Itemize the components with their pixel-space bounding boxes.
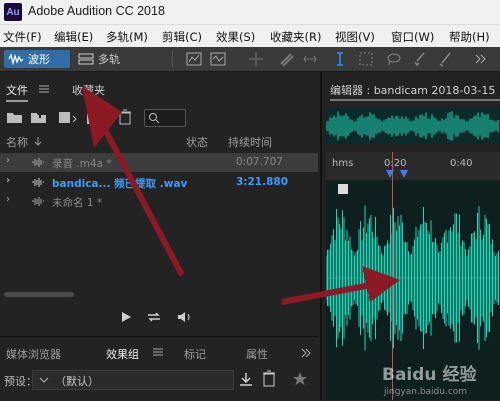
brush-tool-icon[interactable] [412, 51, 428, 67]
zoom-corner-icon[interactable] [338, 184, 348, 194]
watermark-text: Baidu 经验 [382, 364, 477, 385]
column-status[interactable]: 状态 [186, 134, 208, 150]
chevron-right-icon[interactable]: › [6, 194, 10, 205]
file-row[interactable]: › 录音 .m4a * 0:07.707 [0, 153, 318, 172]
active-tab-indicator [6, 100, 28, 102]
trash-icon[interactable] [118, 109, 132, 125]
multitrack-view-button[interactable]: 多轨 [74, 50, 132, 68]
tab-properties[interactable]: 属性 [246, 346, 268, 362]
panel-menu-icon[interactable] [152, 347, 164, 357]
menu-effects[interactable]: 效果(S) [216, 29, 255, 45]
insert-icon[interactable] [86, 109, 106, 125]
folder-open-icon[interactable] [6, 110, 24, 124]
tab-effects-rack[interactable]: 效果组 [106, 346, 139, 362]
preview-transport [0, 306, 318, 330]
preset-select[interactable]: （默认） [32, 370, 234, 390]
lasso-tool-icon[interactable] [386, 51, 402, 67]
menu-view[interactable]: 视图(V) [335, 29, 375, 45]
watermark-subtext: jingyan.baidu.com [383, 387, 467, 397]
chevron-right-icon[interactable]: › [6, 155, 10, 166]
timeline-ruler[interactable]: hms 0:20 0:40 [326, 152, 500, 180]
move-tool-icon[interactable] [248, 51, 264, 67]
app-title: Adobe Audition CC 2018 [28, 4, 165, 18]
app-logo-icon: Au [4, 3, 22, 21]
timeline-tick-label: 0:40 [450, 158, 473, 169]
file-list-header: 名称 状态 持续时间 [0, 134, 318, 150]
more-tabs-icon[interactable] [300, 347, 312, 359]
files-panel-tabs: 文件 收藏夹 [0, 80, 318, 102]
column-duration[interactable]: 持续时间 [228, 134, 272, 150]
chevron-down-icon [39, 377, 49, 383]
audio-file-icon [32, 178, 44, 187]
file-name: 录音 .m4a * [52, 158, 112, 170]
marquee-tool-icon[interactable] [358, 51, 374, 67]
sort-arrow-icon [34, 137, 42, 146]
tab-favorites[interactable]: 收藏夹 [72, 82, 105, 98]
tab-files[interactable]: 文件 [6, 82, 28, 98]
menu-help[interactable]: 帮助(H) [449, 29, 490, 45]
tab-markers[interactable]: 标记 [184, 346, 206, 362]
spectral-pitch-icon[interactable] [210, 51, 226, 67]
search-icon [149, 113, 160, 124]
file-name: 未命名 1 * [52, 197, 103, 209]
menu-clip[interactable]: 剪辑(C) [162, 29, 202, 45]
waveform-view-label: 波形 [28, 53, 50, 66]
import-icon[interactable] [30, 110, 48, 124]
file-name: bandica... 频已提取 .wav [52, 178, 188, 190]
slip-tool-icon[interactable] [302, 51, 318, 67]
file-row[interactable]: › 未命名 1 * [0, 192, 318, 211]
search-input[interactable] [144, 109, 186, 127]
audio-file-icon [32, 158, 44, 167]
horizontal-scrollbar[interactable] [4, 292, 74, 297]
preset-value: （默认） [55, 375, 99, 388]
menu-window[interactable]: 窗口(W) [391, 29, 434, 45]
panel-menu-icon[interactable] [38, 84, 50, 94]
chevron-right-icon[interactable]: › [6, 175, 10, 186]
menu-file[interactable]: 文件(F) [3, 29, 42, 45]
volume-icon[interactable] [176, 310, 194, 324]
play-icon[interactable] [120, 311, 132, 323]
star-icon[interactable] [292, 371, 308, 387]
spectral-frequency-icon[interactable] [186, 51, 202, 67]
waveform-icon [8, 53, 24, 65]
multitrack-view-label: 多轨 [98, 53, 120, 66]
tab-media-browser[interactable]: 媒体浏览器 [6, 346, 61, 362]
menu-multitrack[interactable]: 多轨(M) [106, 29, 148, 45]
column-name[interactable]: 名称 [6, 134, 28, 150]
time-selection-tool-icon[interactable] [332, 51, 348, 67]
bottom-panel-tabs: 媒体浏览器 效果组 标记 属性 [0, 344, 318, 362]
playhead-marker-icon[interactable] [382, 170, 412, 180]
timeline-unit: hms [332, 158, 354, 169]
menu-favorites[interactable]: 收藏夹(R) [270, 29, 321, 45]
spot-healing-tool-icon[interactable] [438, 51, 454, 67]
file-duration: 0:07.707 [236, 156, 283, 168]
toolbar-divider [172, 51, 173, 67]
file-row[interactable]: › bandica... 频已提取 .wav 3:21.880 [0, 173, 318, 192]
more-tools-icon[interactable] [472, 51, 488, 67]
baidu-watermark: Baidu 经验 jingyan.baidu.com [382, 364, 477, 397]
editor-tab-underline [330, 99, 500, 101]
menu-bar: 文件(F) 编辑(E) 多轨(M) 剪辑(C) 效果(S) 收藏夹(R) 视图(… [0, 24, 500, 47]
waveform-overview[interactable] [326, 108, 500, 144]
file-duration: 3:21.880 [236, 176, 289, 188]
loop-icon[interactable] [146, 310, 162, 324]
razor-tool-icon[interactable] [278, 51, 294, 67]
toolbar: 波形 多轨 [0, 47, 500, 72]
trash-icon[interactable] [262, 370, 276, 387]
save-preset-icon[interactable] [238, 371, 254, 387]
timeline-tick-label: 0:20 [384, 158, 407, 169]
waveform-view-button[interactable]: 波形 [4, 50, 70, 68]
multitrack-icon [78, 53, 94, 65]
audio-file-icon [32, 197, 44, 206]
title-bar: Au Adobe Audition CC 2018 [0, 0, 500, 24]
menu-edit[interactable]: 编辑(E) [54, 29, 93, 45]
new-file-icon[interactable] [58, 110, 78, 124]
editor-title: 编辑器 : bandicam 2018-03-15 11- [330, 84, 500, 97]
